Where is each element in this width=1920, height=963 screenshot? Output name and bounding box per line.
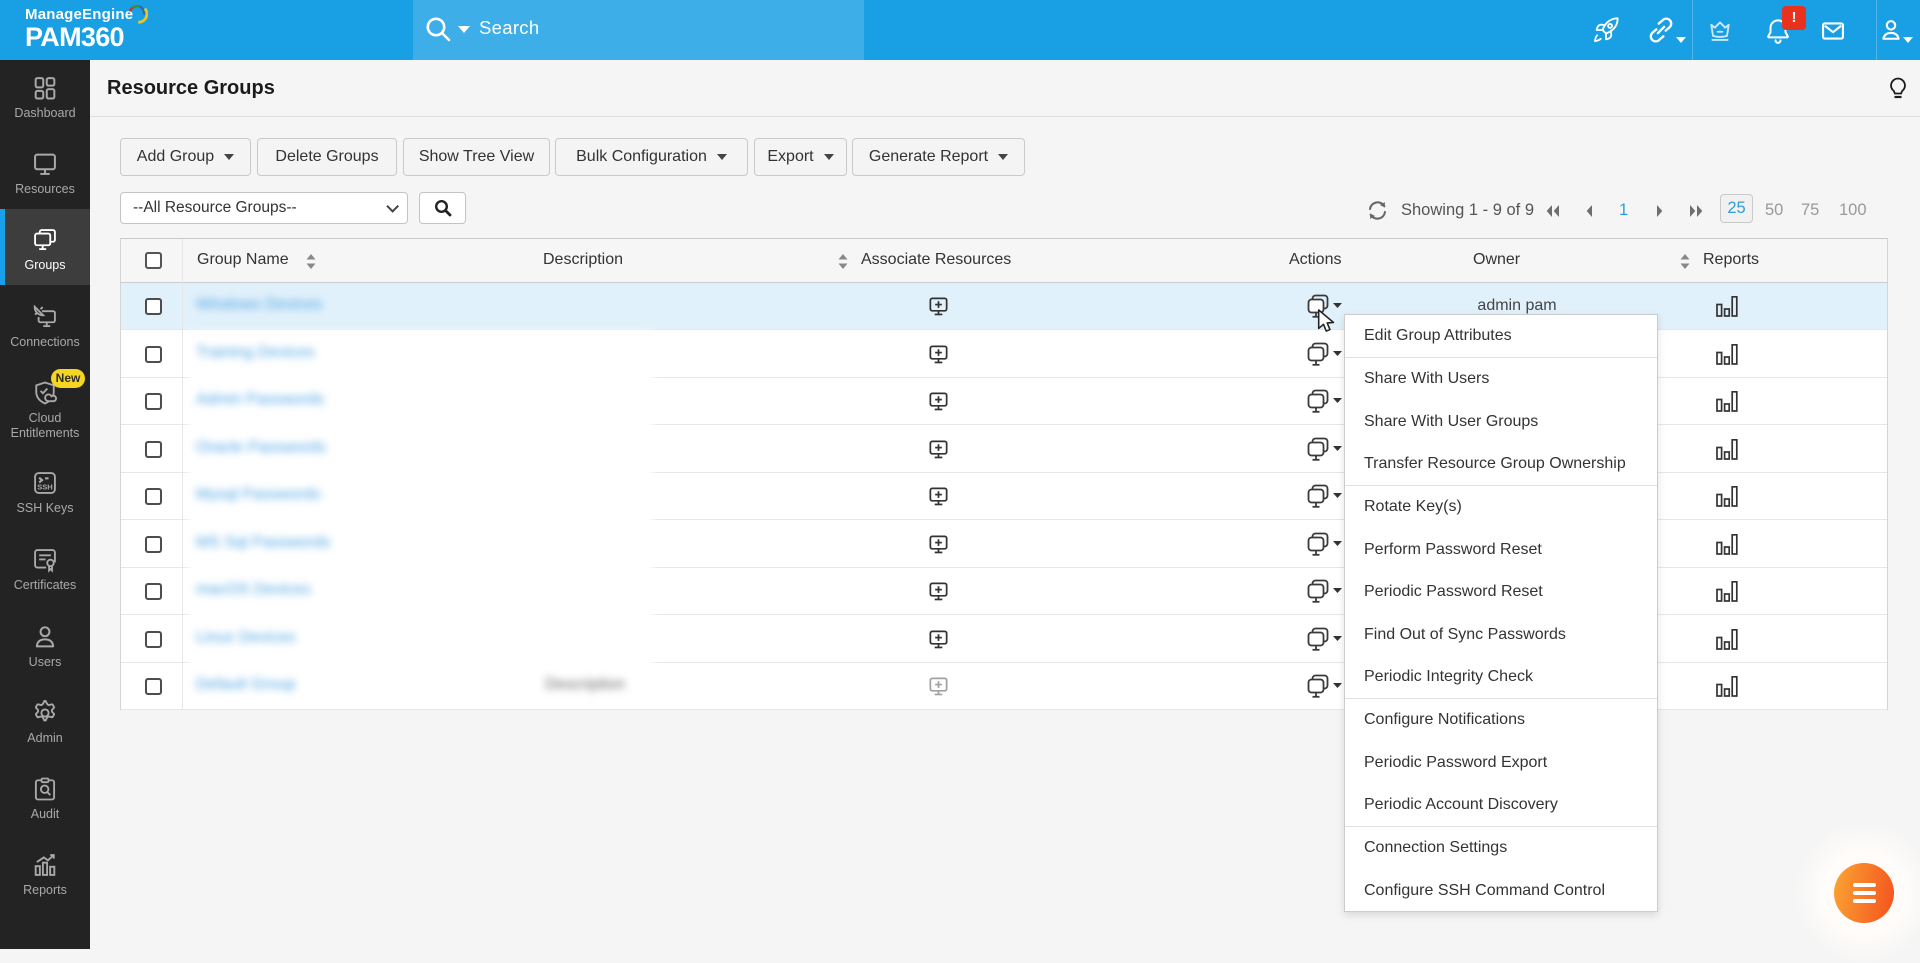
svg-text:SSH: SSH	[37, 482, 53, 491]
